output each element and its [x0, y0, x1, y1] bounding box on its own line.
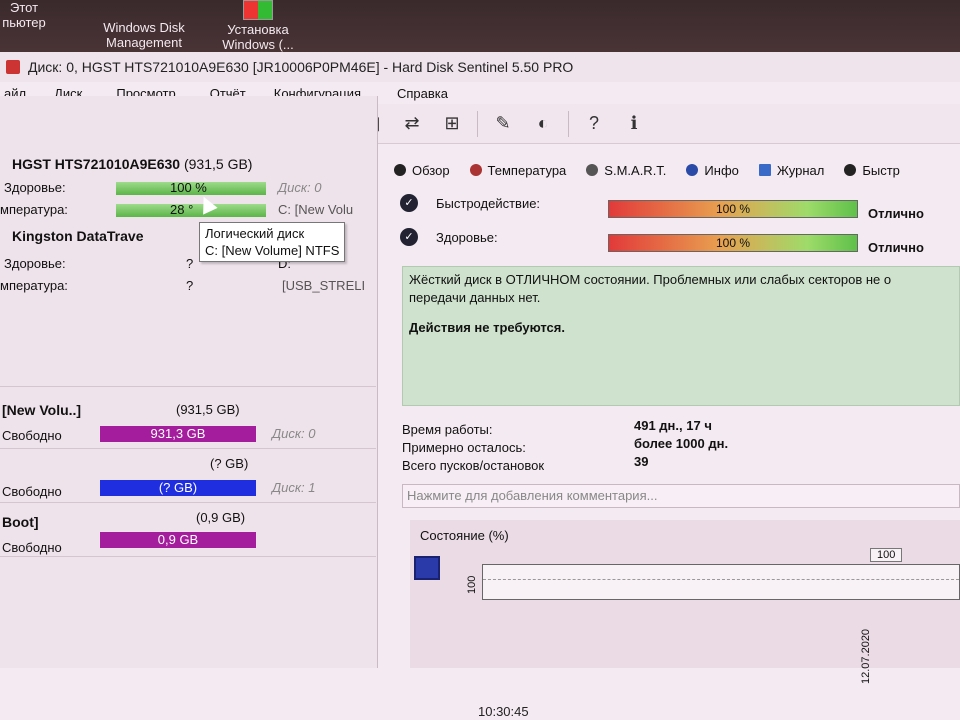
volume-2-name[interactable]: Boot]: [2, 514, 39, 530]
disk-1-temp-value: ?: [186, 278, 194, 293]
tab-smart[interactable]: S.M.A.R.T.: [586, 163, 666, 178]
tab-log-label: Журнал: [776, 162, 825, 178]
chart-series-line: [483, 579, 959, 580]
disk-1-health-label: Здоровье:: [4, 256, 66, 271]
performance-label: Быстродействие:: [436, 196, 541, 211]
volume-divider: [0, 448, 376, 449]
health-label: Здоровье:: [436, 230, 498, 245]
chart-date-label: 12.07.2020: [860, 628, 872, 684]
window-title: Диск: 0, HGST HTS721010A9E630 [JR10006P0…: [28, 59, 574, 75]
desktop-icon-computer-label1: Этот: [9, 0, 39, 15]
save-icon[interactable]: [414, 556, 440, 580]
disk-0-size: (931,5 GB): [183, 156, 253, 172]
disk-1-health-value: ?: [186, 256, 194, 271]
volume-0-name[interactable]: [New Volu..]: [2, 402, 81, 418]
volume-2-free-bar: 0,9 GB: [100, 532, 256, 548]
starts-label: Всего пусков/остановок: [402, 458, 545, 473]
windows-setup-icon: [243, 0, 273, 20]
status-message-line1: Жёсткий диск в ОТЛИЧНОМ состоянии. Пробл…: [409, 272, 892, 287]
info-icon: [686, 164, 699, 176]
performance-word: Отлично: [868, 206, 924, 221]
performance-bar: 100 %: [608, 200, 858, 218]
desktop-strip: Этот пьютер Windows Disk Management Уста…: [0, 0, 960, 56]
disk-1-title[interactable]: Kingston DataTrave: [12, 228, 143, 244]
desktop-icon-windows-setup-label1: Установка: [227, 22, 289, 37]
app-icon: [6, 60, 20, 74]
tooltip: Логический диск C: [New Volume] NTFS: [199, 222, 346, 262]
volume-1-free-bar: (? GB): [100, 480, 256, 496]
remaining-label: Примерно осталось:: [402, 440, 526, 455]
volume-0-size: (931,5 GB): [176, 402, 240, 417]
disk-1-name: Kingston DataTrave: [12, 228, 144, 244]
disk-0-health-value: 100 %: [170, 180, 207, 195]
tooltip-line2: C: [New Volume] NTFS: [205, 243, 340, 258]
disk-1-temp-label: мпература:: [0, 278, 68, 293]
tab-temperature[interactable]: Температура: [469, 162, 567, 178]
disk-0-temp-disk: C: [New Volu: [278, 202, 354, 217]
volume-1-size: (? GB): [210, 456, 249, 471]
panel-divider: [0, 386, 376, 387]
chart-point-label: 100: [870, 548, 903, 562]
desktop-icon-windows-setup[interactable]: Установка Windows (...: [208, 0, 308, 52]
volume-divider: [0, 556, 376, 557]
volume-0-disk: Диск: 0: [272, 426, 316, 441]
disk-0-health-label: Здоровье:: [4, 180, 66, 195]
tab-smart-label: S.M.A.R.T.: [604, 162, 667, 178]
status-message: Жёсткий диск в ОТЛИЧНОМ состоянии. Пробл…: [402, 266, 960, 406]
disk-0-temp-value: 28 °: [170, 202, 194, 217]
volume-0-free-bar: 931,3 GB: [100, 426, 256, 442]
tab-speed[interactable]: Быстр: [844, 163, 900, 178]
tab-overview[interactable]: Обзор: [394, 163, 450, 178]
tooltip-line1: Логический диск: [205, 226, 305, 241]
desktop-icon-windows-setup-label2: Windows (...: [222, 37, 294, 52]
speed-icon: [844, 164, 857, 176]
status-message-line2: передачи данных нет.: [409, 290, 541, 305]
volume-2-size: (0,9 GB): [196, 510, 246, 525]
status-time: 10:30:45: [478, 704, 529, 719]
desktop-icon-disk-management-label2: Management: [106, 35, 182, 50]
details-panel: Обзор Температура S.M.A.R.T. Инфо Журнал…: [382, 96, 960, 684]
desktop-icon-disk-management[interactable]: Windows Disk Management: [84, 20, 204, 50]
status-message-action: Действия не требуются.: [409, 320, 565, 335]
title-bar[interactable]: Диск: 0, HGST HTS721010A9E630 [JR10006P0…: [0, 52, 960, 82]
performance-check-icon: ✓: [400, 194, 418, 212]
disk-0-name: HGST HTS721010A9E630: [12, 156, 181, 172]
tab-info-label: Инфо: [704, 162, 739, 178]
volume-1-disk: Диск: 1: [272, 480, 316, 495]
disk-1-temp-disk: [USB_STRELI: [282, 278, 366, 293]
volume-divider: [0, 502, 376, 503]
uptime-label: Время работы:: [402, 422, 493, 437]
remaining-value: более 1000 дн.: [634, 436, 729, 451]
health-check-icon: ✓: [400, 228, 418, 246]
chart-y-tick: 100: [466, 575, 478, 594]
volume-0-free-label: Свободно: [2, 428, 62, 443]
disk-list-panel: HGST HTS721010A9E630 (931,5 GB) Здоровье…: [0, 96, 378, 668]
volume-2-free-label: Свободно: [2, 540, 62, 555]
tab-log[interactable]: Журнал: [758, 162, 825, 178]
thermometer-icon: [469, 164, 482, 176]
tab-bar: Обзор Температура S.M.A.R.T. Инфо Журнал…: [382, 158, 900, 182]
tab-info[interactable]: Инфо: [686, 162, 739, 178]
health-word: Отлично: [868, 240, 924, 255]
volume-1-free-label: Свободно: [2, 484, 62, 499]
tab-temperature-label: Температура: [487, 162, 567, 178]
uptime-value: 491 дн., 17 ч: [634, 418, 712, 433]
overview-icon: [394, 164, 406, 176]
health-bar: 100 %: [608, 234, 858, 252]
desktop-icon-computer-label2: пьютер: [2, 15, 46, 30]
disk-0-health-disk: Диск: 0: [278, 180, 322, 195]
desktop-icon-computer[interactable]: Этот пьютер: [0, 0, 48, 30]
desktop-icon-disk-management-label1: Windows Disk: [103, 20, 185, 35]
smart-icon: [586, 164, 599, 176]
starts-value: 39: [634, 454, 649, 469]
log-icon: [758, 164, 771, 176]
chart-plot-area: [482, 564, 960, 600]
tab-overview-label: Обзор: [412, 162, 450, 178]
health-chart: Состояние (%) 100 100 12.07.2020: [410, 520, 960, 684]
tab-speed-label: Быстр: [862, 162, 900, 178]
chart-title: Состояние (%): [420, 528, 509, 543]
disk-0-title[interactable]: HGST HTS721010A9E630 (931,5 GB): [12, 156, 252, 172]
disk-0-temp-label: мпература:: [0, 202, 68, 217]
comment-input[interactable]: Нажмите для добавления комментария...: [402, 484, 960, 508]
